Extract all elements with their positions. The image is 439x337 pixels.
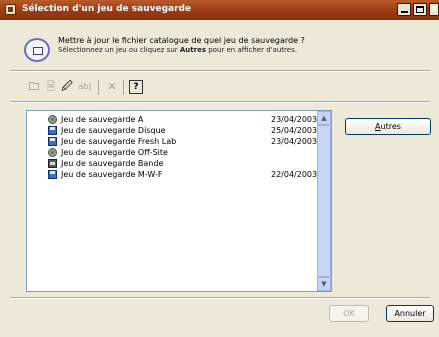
backup-set-name: Jeu de sauvegarde Fresh Lab [61, 137, 177, 146]
list-item[interactable]: Jeu de sauvegarde A 23/04/2003 [27, 114, 317, 125]
dialog-window: Sélection d'un jeu de sauvegarde ✕ Mettr… [0, 0, 439, 337]
toolbar-divider [123, 80, 124, 95]
app-icon [5, 4, 16, 15]
backup-set-date: 23/04/2003 [271, 137, 318, 146]
disk-icon [48, 170, 57, 179]
other-button[interactable]: Autres [345, 118, 431, 135]
cancel-button[interactable]: Annuler [386, 305, 434, 322]
minimize-button[interactable] [397, 3, 411, 16]
catalog-icon [24, 38, 50, 62]
backup-set-date: 22/04/2003 [271, 170, 318, 179]
prompt-question: Mettre à jour le fichier catalogue de qu… [58, 36, 305, 45]
backup-set-date: 23/04/2003 [271, 115, 318, 124]
delete-icon[interactable]: ✕ [104, 79, 120, 95]
backup-set-name: Jeu de sauvegarde Bande [61, 159, 164, 168]
backup-set-name: Jeu de sauvegarde A [61, 115, 144, 124]
backup-set-name: Jeu de sauvegarde Off-Site [61, 148, 168, 157]
window-title: Sélection d'un jeu de sauvegarde [22, 4, 192, 14]
rename-icon[interactable]: ab| [75, 79, 95, 95]
network-icon [48, 115, 57, 124]
backup-set-name: Jeu de sauvegarde M-W-F [61, 170, 163, 179]
backup-set-date: 25/04/2003 [271, 126, 318, 135]
title-bar[interactable]: Sélection d'un jeu de sauvegarde ✕ [0, 0, 439, 20]
separator [10, 101, 430, 103]
vertical-scrollbar[interactable]: ▲ ▼ [317, 111, 331, 291]
ok-button[interactable]: OK [329, 305, 369, 322]
new-folder-icon[interactable]: 🗀 [26, 79, 42, 95]
properties-icon[interactable]: 🗎 [43, 79, 59, 95]
close-button[interactable]: ✕ [429, 3, 439, 16]
backup-set-name: Jeu de sauvegarde Disque [61, 126, 166, 135]
separator [10, 70, 430, 72]
help-icon[interactable]: ? [129, 80, 143, 94]
edit-icon[interactable]: 🖉 [59, 79, 75, 95]
maximize-button[interactable] [413, 3, 427, 16]
disk-icon [48, 126, 57, 135]
list-item[interactable]: Jeu de sauvegarde M-W-F 22/04/2003 [27, 169, 317, 180]
scroll-thumb[interactable] [317, 125, 331, 277]
toolbar-divider [98, 80, 99, 95]
separator [10, 297, 430, 299]
list-item[interactable]: Jeu de sauvegarde Bande [27, 158, 317, 169]
disk-icon [48, 137, 57, 146]
list-item[interactable]: Jeu de sauvegarde Disque 25/04/2003 [27, 125, 317, 136]
tape-icon [48, 159, 57, 168]
network-icon [48, 148, 57, 157]
list-item[interactable]: Jeu de sauvegarde Fresh Lab 23/04/2003 [27, 136, 317, 147]
scroll-up-button[interactable]: ▲ [317, 111, 331, 125]
prompt-instructions: Sélectionnez un jeu ou cliquez sur Autre… [58, 46, 297, 54]
backup-set-list[interactable]: Jeu de sauvegarde A 23/04/2003 Jeu de sa… [26, 110, 332, 292]
scroll-down-button[interactable]: ▼ [317, 277, 331, 291]
list-item[interactable]: Jeu de sauvegarde Off-Site [27, 147, 317, 158]
